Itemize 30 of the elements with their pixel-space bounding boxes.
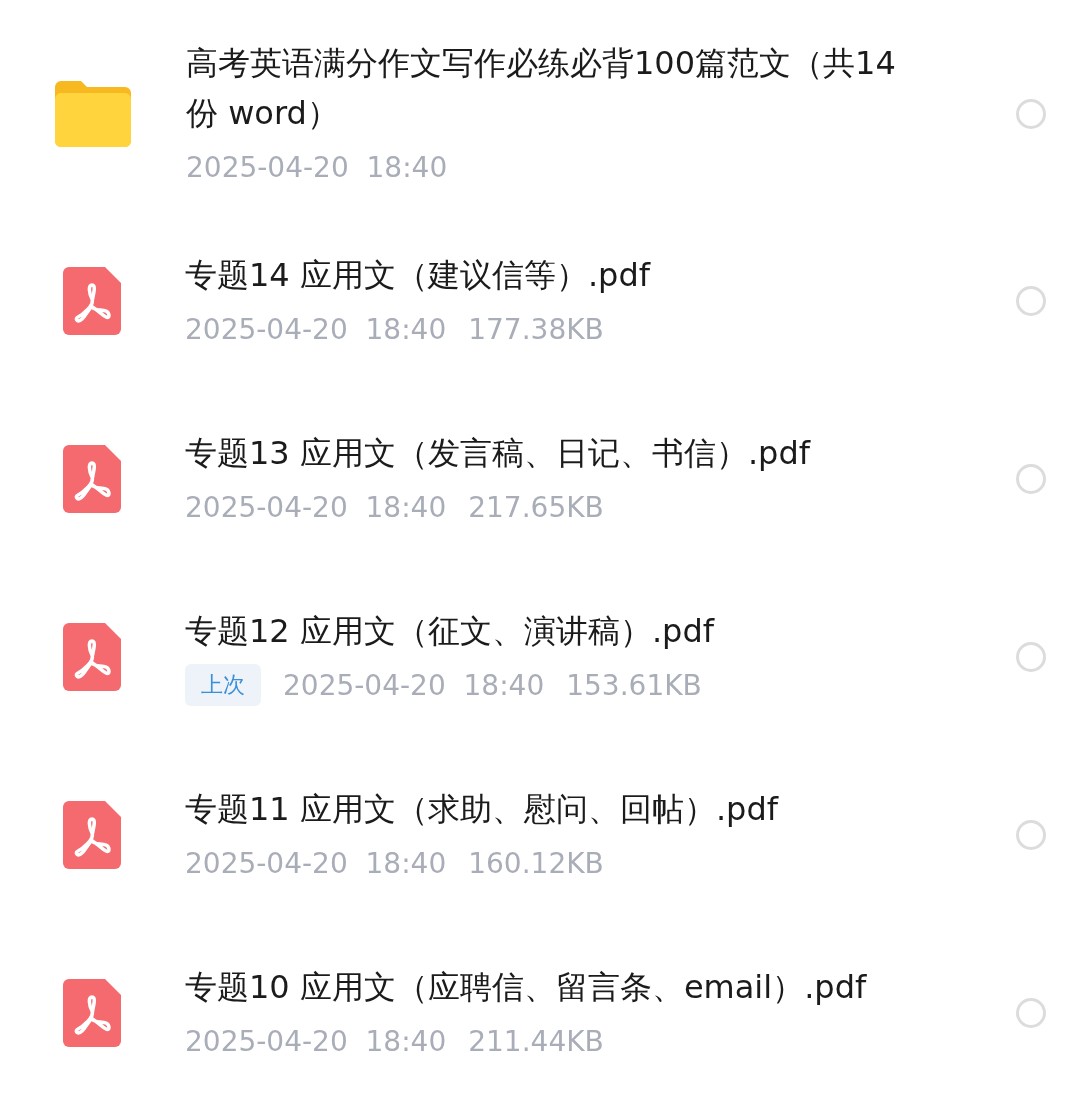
- file-name: 高考英语满分作文写作必练必背100篇范文（共14份 word）: [186, 43, 897, 134]
- last-opened-tag: 上次: [185, 664, 261, 706]
- file-date: 2025-04-20 18:40: [185, 1024, 447, 1058]
- file-size: 160.12KB: [468, 846, 604, 880]
- file-size: 211.44KB: [468, 1024, 604, 1058]
- file-name: 专题12 应用文（征文、演讲稿）.pdf: [185, 611, 716, 652]
- file-name: 专题14 应用文（建议信等）.pdf: [185, 255, 652, 296]
- select-radio[interactable]: [1016, 464, 1046, 494]
- file-date: 2025-04-20 18:40: [186, 150, 448, 184]
- file-date: 2025-04-20 18:40: [283, 668, 545, 702]
- select-radio[interactable]: [1016, 99, 1046, 129]
- file-name: 专题13 应用文（发言稿、日记、书信）.pdf: [185, 433, 812, 474]
- file-date: 2025-04-20 18:40: [185, 490, 447, 524]
- select-radio[interactable]: [1016, 286, 1046, 316]
- folder-icon: [55, 81, 131, 147]
- file-date: 2025-04-20 18:40: [185, 846, 447, 880]
- pdf-file-icon: [63, 801, 121, 869]
- pdf-file-icon: [63, 623, 121, 691]
- file-name: 专题11 应用文（求助、慰问、回帖）.pdf: [185, 789, 780, 830]
- select-radio[interactable]: [1016, 642, 1046, 672]
- pdf-file-icon: [63, 267, 121, 335]
- file-date: 2025-04-20 18:40: [185, 312, 447, 346]
- file-name: 专题10 应用文（应聘信、留言条、email）.pdf: [185, 967, 868, 1008]
- file-size: 217.65KB: [468, 490, 604, 524]
- pdf-file-icon: [63, 979, 121, 1047]
- file-size: 153.61KB: [566, 668, 702, 702]
- file-size: 177.38KB: [468, 312, 604, 346]
- select-radio[interactable]: [1016, 998, 1046, 1028]
- select-radio[interactable]: [1016, 820, 1046, 850]
- pdf-file-icon: [63, 445, 121, 513]
